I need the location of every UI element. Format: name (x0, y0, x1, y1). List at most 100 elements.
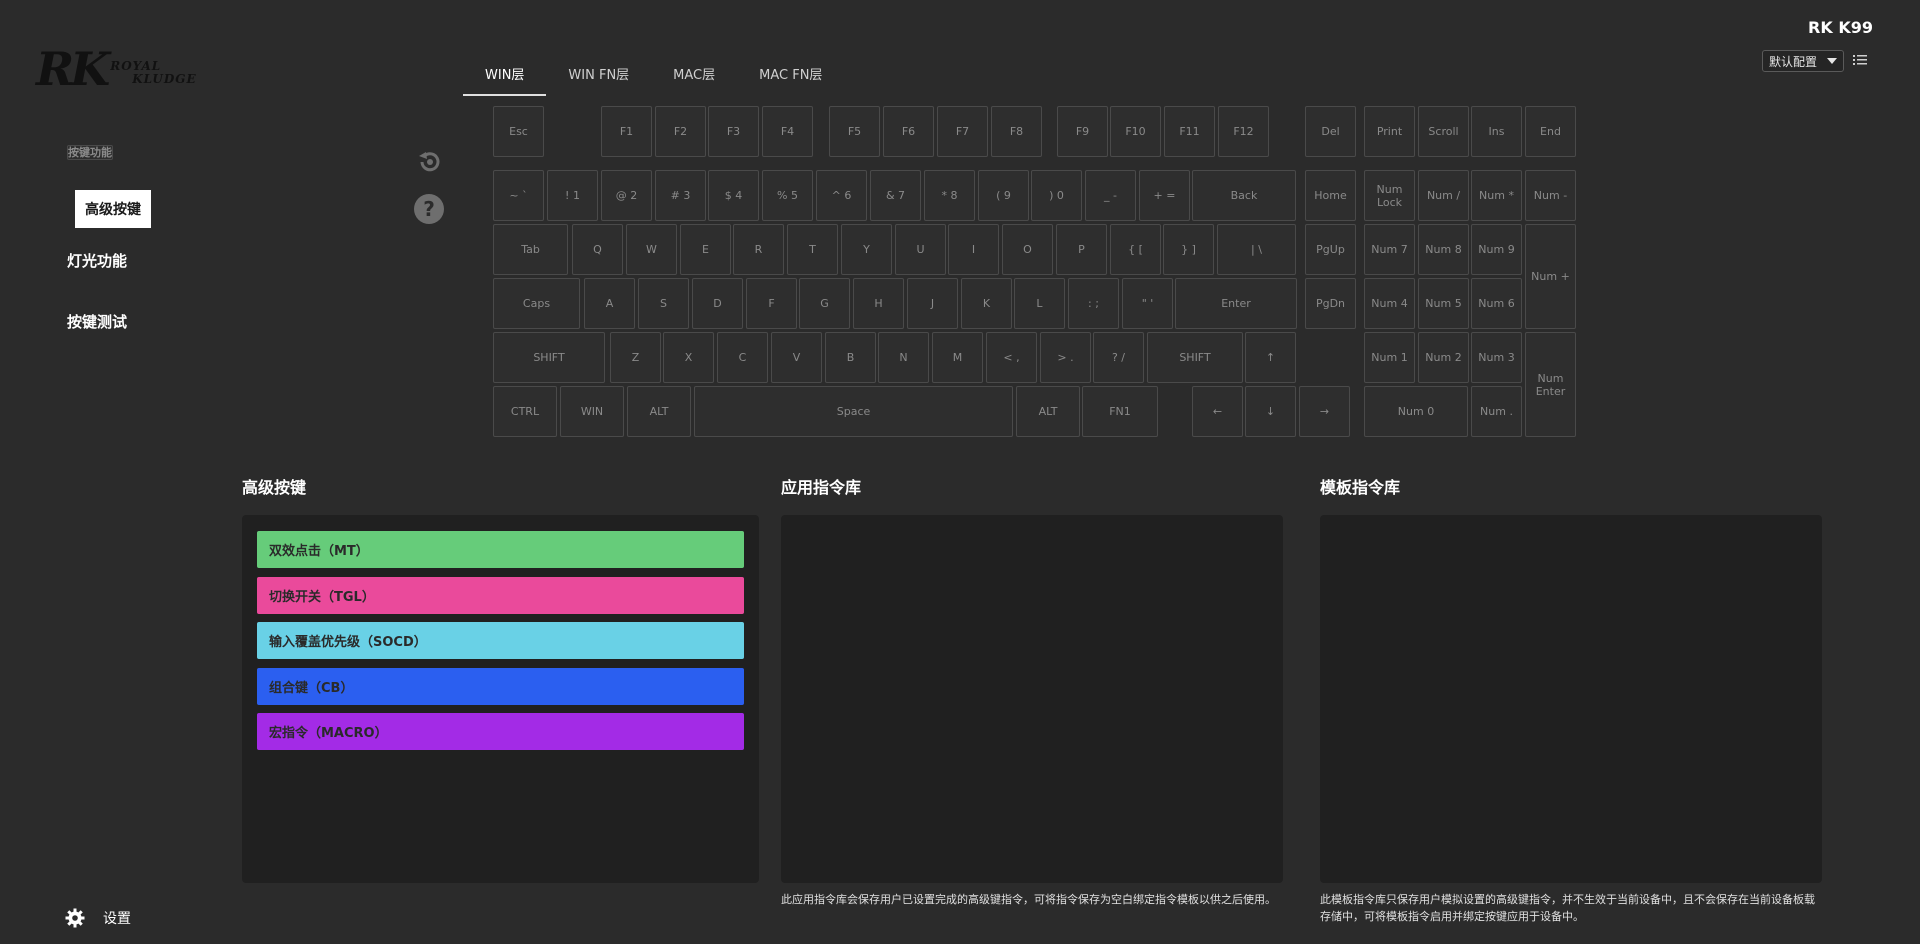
key[interactable]: CTRL (493, 386, 557, 437)
key[interactable]: H (853, 278, 904, 329)
key[interactable]: F8 (991, 106, 1042, 157)
key[interactable]: End (1525, 106, 1576, 157)
key[interactable]: Num 2 (1418, 332, 1469, 383)
key[interactable]: F6 (883, 106, 934, 157)
key[interactable]: F7 (937, 106, 988, 157)
tab-win-layer[interactable]: WIN层 (463, 58, 547, 96)
key[interactable]: < , (986, 332, 1037, 383)
key[interactable]: P (1056, 224, 1107, 275)
key[interactable]: Num * (1471, 170, 1522, 221)
key[interactable]: $ 4 (708, 170, 759, 221)
profile-select[interactable]: 默认配置 (1762, 50, 1844, 72)
key[interactable]: I (948, 224, 999, 275)
key[interactable]: ! 1 (547, 170, 598, 221)
key[interactable]: Num Enter (1525, 332, 1576, 437)
key[interactable]: " ' (1122, 278, 1173, 329)
app-library-panel[interactable] (781, 515, 1283, 883)
key[interactable]: → (1299, 386, 1350, 437)
key[interactable]: L (1014, 278, 1065, 329)
key[interactable]: Num 7 (1364, 224, 1415, 275)
key[interactable]: C (717, 332, 768, 383)
reset-icon[interactable] (414, 147, 444, 177)
key[interactable]: Num 9 (1471, 224, 1522, 275)
key[interactable]: ^ 6 (816, 170, 867, 221)
key[interactable]: Num 5 (1418, 278, 1469, 329)
key[interactable]: : ; (1068, 278, 1119, 329)
key[interactable]: _ - (1085, 170, 1136, 221)
key[interactable]: Esc (493, 106, 544, 157)
key[interactable]: O (1002, 224, 1053, 275)
key[interactable]: Caps (493, 278, 580, 329)
key[interactable]: Tab (493, 224, 568, 275)
help-icon[interactable]: ? (414, 194, 444, 224)
key[interactable]: * 8 (924, 170, 975, 221)
menu-item-lighting[interactable]: 灯光功能 (67, 250, 127, 271)
key[interactable]: E (680, 224, 731, 275)
tab-mac-fn-layer[interactable]: MAC FN层 (737, 58, 844, 94)
key[interactable]: Num / (1418, 170, 1469, 221)
key[interactable]: F11 (1164, 106, 1215, 157)
key[interactable]: W (626, 224, 677, 275)
tab-win-fn-layer[interactable]: WIN FN层 (546, 58, 651, 94)
key[interactable]: V (771, 332, 822, 383)
key[interactable]: F (746, 278, 797, 329)
key[interactable]: } ] (1163, 224, 1214, 275)
template-library-panel[interactable] (1320, 515, 1822, 883)
key[interactable]: ) 0 (1031, 170, 1082, 221)
key[interactable]: Del (1305, 106, 1356, 157)
key[interactable]: # 3 (655, 170, 706, 221)
adv-item-mt[interactable]: 双效点击（MT） (257, 531, 744, 568)
key[interactable]: Num 6 (1471, 278, 1522, 329)
key[interactable]: ~ ` (493, 170, 544, 221)
key[interactable]: SHIFT (493, 332, 605, 383)
key[interactable]: | \ (1217, 224, 1296, 275)
list-icon[interactable] (1852, 52, 1868, 68)
key[interactable]: Num + (1525, 224, 1576, 329)
key[interactable]: M (932, 332, 983, 383)
key[interactable]: F4 (762, 106, 813, 157)
key[interactable]: ← (1192, 386, 1243, 437)
key[interactable]: Enter (1175, 278, 1297, 329)
key[interactable]: SHIFT (1147, 332, 1243, 383)
key[interactable]: Y (841, 224, 892, 275)
key[interactable]: F3 (708, 106, 759, 157)
key[interactable]: ↓ (1245, 386, 1296, 437)
key[interactable]: Num 0 (1364, 386, 1468, 437)
key[interactable]: WIN (560, 386, 624, 437)
key[interactable]: FN1 (1082, 386, 1158, 437)
key[interactable]: F12 (1218, 106, 1269, 157)
key[interactable]: S (638, 278, 689, 329)
key[interactable]: Num 3 (1471, 332, 1522, 383)
key[interactable]: J (907, 278, 958, 329)
key[interactable]: Num . (1471, 386, 1522, 437)
key[interactable]: + = (1139, 170, 1190, 221)
key[interactable]: Z (610, 332, 661, 383)
key[interactable]: > . (1040, 332, 1091, 383)
key[interactable]: U (895, 224, 946, 275)
key[interactable]: ALT (627, 386, 691, 437)
adv-item-tgl[interactable]: 切换开关（TGL） (257, 576, 744, 614)
key[interactable]: N (878, 332, 929, 383)
menu-item-advanced-keys[interactable]: 高级按键 (75, 190, 151, 228)
key[interactable]: PgUp (1305, 224, 1356, 275)
key[interactable]: & 7 (870, 170, 921, 221)
key[interactable]: A (584, 278, 635, 329)
key[interactable]: @ 2 (601, 170, 652, 221)
key[interactable]: { [ (1110, 224, 1161, 275)
settings-button[interactable]: 设置 (65, 908, 131, 928)
key[interactable]: Num 8 (1418, 224, 1469, 275)
menu-item-key-test[interactable]: 按键测试 (67, 311, 127, 332)
key[interactable]: B (825, 332, 876, 383)
adv-item-socd[interactable]: 输入覆盖优先级（SOCD） (257, 622, 744, 659)
key[interactable]: D (692, 278, 743, 329)
key[interactable]: PgDn (1305, 278, 1356, 329)
key[interactable]: Num - (1525, 170, 1576, 221)
key[interactable]: Num 4 (1364, 278, 1415, 329)
key[interactable]: F9 (1057, 106, 1108, 157)
tab-mac-layer[interactable]: MAC层 (651, 58, 737, 94)
key[interactable]: Q (572, 224, 623, 275)
key[interactable]: ↑ (1245, 332, 1296, 383)
key[interactable]: F10 (1110, 106, 1161, 157)
key[interactable]: % 5 (762, 170, 813, 221)
key[interactable]: F2 (655, 106, 706, 157)
